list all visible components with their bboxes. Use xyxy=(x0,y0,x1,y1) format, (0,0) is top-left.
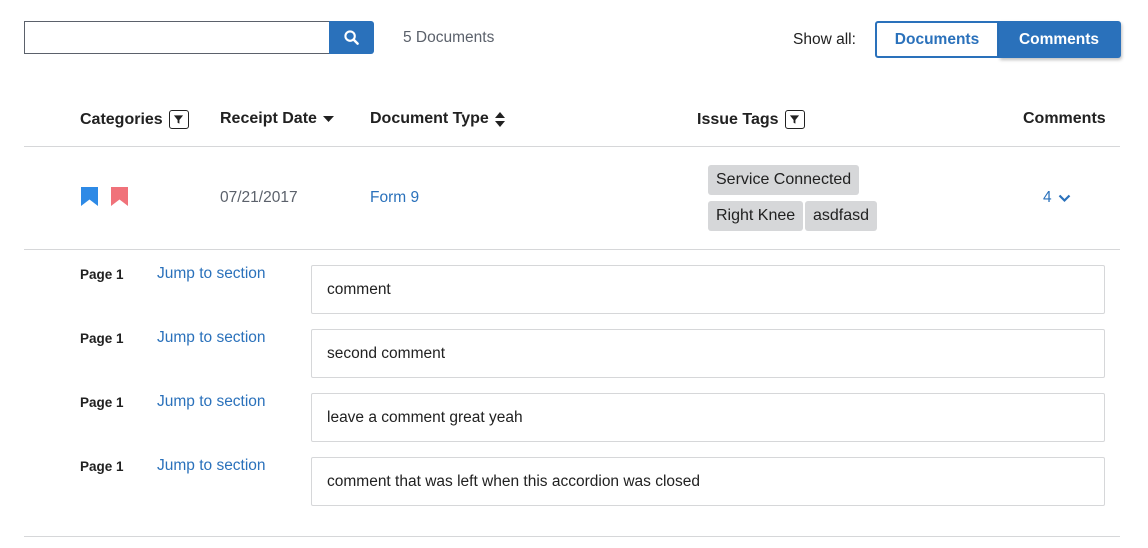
search-bar xyxy=(24,21,374,54)
show-all-label: Show all: xyxy=(793,31,856,48)
bookmark-icon[interactable] xyxy=(81,187,98,206)
filter-icon[interactable] xyxy=(784,110,805,129)
jump-to-section-link[interactable]: Jump to section xyxy=(157,265,266,283)
jump-to-section-link[interactable]: Jump to section xyxy=(157,457,266,475)
document-type-header-label: Document Type xyxy=(370,110,489,127)
show-all-toggle: Documents Comments xyxy=(875,21,1121,58)
column-header-receipt-date[interactable]: Receipt Date xyxy=(220,110,334,128)
categories-header-label: Categories xyxy=(80,110,163,128)
comment-box[interactable]: leave a comment great yeah xyxy=(311,393,1105,442)
comment-page: Page 1 xyxy=(80,459,124,474)
column-header-issue-tags: Issue Tags xyxy=(697,110,805,129)
search-input[interactable] xyxy=(24,21,329,54)
filter-icon[interactable] xyxy=(168,110,189,129)
issue-tag: asdfasd xyxy=(805,201,878,231)
comment-page: Page 1 xyxy=(80,267,124,282)
jump-to-section-link[interactable]: Jump to section xyxy=(157,329,266,347)
receipt-date: 07/21/2017 xyxy=(220,189,298,206)
sort-down-icon xyxy=(322,116,334,122)
comment-box[interactable]: second comment xyxy=(311,329,1105,378)
document-type-link[interactable]: Form 9 xyxy=(370,189,419,207)
comment-count: 4 xyxy=(1043,189,1052,206)
comment-count-toggle[interactable]: 4 xyxy=(1043,189,1071,207)
jump-to-section-link[interactable]: Jump to section xyxy=(157,393,266,411)
column-header-document-type[interactable]: Document Type xyxy=(370,110,505,128)
sort-both-icon xyxy=(494,111,505,127)
comment-text: comment xyxy=(327,280,391,298)
issue-tag: Service Connected xyxy=(708,165,860,195)
divider xyxy=(24,249,1120,250)
show-comments-button[interactable]: Comments xyxy=(999,21,1121,58)
search-icon xyxy=(344,30,359,45)
bookmark-icon[interactable] xyxy=(111,187,128,206)
column-header-comments: Comments xyxy=(1023,110,1106,128)
comment-text: second comment xyxy=(327,344,446,362)
divider xyxy=(24,536,1120,537)
comment-text: comment that was left when this accordio… xyxy=(327,472,701,490)
divider xyxy=(24,146,1120,147)
comments-header-label: Comments xyxy=(1023,110,1106,127)
show-documents-button[interactable]: Documents xyxy=(875,21,999,58)
issue-tag: Right Knee xyxy=(708,201,804,231)
document-count: 5 Documents xyxy=(403,29,495,46)
comment-page: Page 1 xyxy=(80,395,124,410)
chevron-down-icon xyxy=(1058,194,1070,202)
comment-box[interactable]: comment xyxy=(311,265,1105,314)
receipt-date-header-label: Receipt Date xyxy=(220,110,317,127)
column-header-categories: Categories xyxy=(80,110,189,129)
issue-tags-header-label: Issue Tags xyxy=(697,110,779,128)
comment-box[interactable]: comment that was left when this accordio… xyxy=(311,457,1105,506)
search-button[interactable] xyxy=(329,21,374,54)
comment-text: leave a comment great yeah xyxy=(327,408,523,426)
comment-page: Page 1 xyxy=(80,331,124,346)
